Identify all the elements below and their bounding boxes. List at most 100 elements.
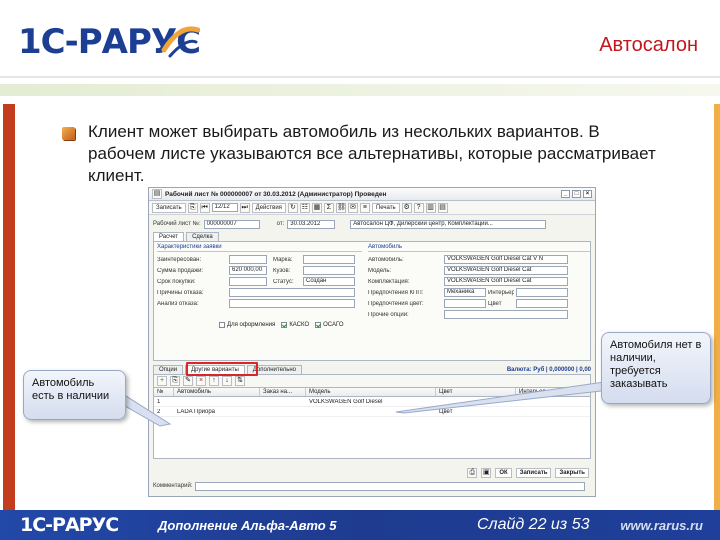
gearbox-pref-label: Предпочтения КПП: <box>368 289 424 296</box>
col-number[interactable]: № <box>154 388 174 396</box>
grid-header: № Автомобиль Заказ на... Модель Цвет Инт… <box>153 387 591 397</box>
gearbox-pref-field[interactable]: Механика <box>444 288 486 297</box>
col-car[interactable]: Автомобиль <box>174 388 260 396</box>
sale-sum-field[interactable]: 620 000,00 <box>229 266 267 275</box>
decorative-band <box>0 84 720 96</box>
save-button[interactable]: Записать <box>152 202 186 213</box>
structure-icon[interactable]: ☷ <box>299 202 310 213</box>
color-label: Цвет <box>488 300 502 307</box>
tab-raschet[interactable]: Расчет <box>153 232 185 241</box>
color-pref-label: Предпочтения цвет: <box>368 300 424 307</box>
checkbox-osago[interactable] <box>315 321 322 328</box>
purchase-term-field[interactable] <box>229 277 267 286</box>
print-button[interactable]: Печать <box>371 202 400 213</box>
sort-icon[interactable]: ⇅ <box>235 376 245 386</box>
move-down-icon[interactable]: ↓ <box>222 376 232 386</box>
bullet-icon <box>62 127 75 140</box>
tab-sdelka[interactable]: Сделка <box>186 232 219 241</box>
doc-number-label: Рабочий лист №: <box>153 221 201 227</box>
checkbox-registration-label: Для оформления <box>227 321 276 328</box>
delete-row-icon[interactable]: × <box>196 376 206 386</box>
copy-row-icon[interactable]: ⎘ <box>170 376 180 386</box>
doc-date-field[interactable]: 30.03.2012 <box>287 219 336 229</box>
other-options-field[interactable] <box>444 310 568 319</box>
checkbox-kasko-label: КАСКО <box>289 321 310 328</box>
col-order[interactable]: Заказ на... <box>260 388 306 396</box>
dialog-buttons: ⎙ ▣ ОК Записать Закрыть <box>149 467 595 479</box>
chart-icon[interactable]: ▥ <box>425 202 436 213</box>
interior-field[interactable] <box>516 288 568 297</box>
window-titlebar: ▤ Рабочий лист № 000000007 от 30.03.2012… <box>149 188 595 201</box>
record-navigator[interactable]: 12/12 <box>211 203 238 212</box>
window-title: Рабочий лист № 000000007 от 30.03.2012 (… <box>165 190 387 198</box>
body-label: Кузов: <box>273 267 291 274</box>
left-accent-bar <box>3 104 15 510</box>
status-label: Статус: <box>273 278 294 285</box>
callout-available: Автомобиль есть в наличии <box>23 370 126 420</box>
table-icon[interactable]: ▤ <box>437 202 448 213</box>
cell-number: 2 <box>157 408 161 415</box>
car-row-5: Предпочтения цвет: Цвет <box>368 298 590 309</box>
actions-menu[interactable]: Действия <box>251 202 286 213</box>
col-interior[interactable]: Интерьер <box>516 388 586 396</box>
color-pref-field[interactable] <box>444 299 486 308</box>
print-icon[interactable]: ⎙ <box>467 468 478 478</box>
tab-options[interactable]: Опции <box>153 365 184 374</box>
table-row[interactable]: 1 VOLKSWAGEN Golf Diesel <box>154 397 590 407</box>
table-row[interactable]: 2 LADA Приора Цвет <box>154 407 590 417</box>
minimize-button[interactable]: _ <box>561 190 570 198</box>
close-window-button[interactable]: × <box>583 190 592 198</box>
save-icon[interactable]: ▣ <box>481 468 492 478</box>
ok-button[interactable]: ОК <box>495 468 512 478</box>
cell-color: Цвет <box>439 408 453 415</box>
footer-url[interactable]: www.rarus.ru <box>620 518 703 533</box>
settings-icon[interactable]: ⚙ <box>401 202 412 213</box>
refresh-icon[interactable]: ↻ <box>287 202 298 213</box>
close-button[interactable]: Закрыть <box>555 468 589 478</box>
interested-field[interactable] <box>229 255 267 264</box>
col-color[interactable]: Цвет <box>436 388 516 396</box>
comment-label: Комментарий: <box>153 483 193 489</box>
color-field[interactable] <box>516 299 568 308</box>
attach-icon[interactable]: ✉ <box>347 202 358 213</box>
list-icon[interactable]: ≡ <box>359 202 370 213</box>
document-icon: ▤ <box>152 189 162 199</box>
edit-row-icon[interactable]: ✎ <box>183 376 193 386</box>
slide-footer: 1С-РАРУС Дополнение Альфа-Авто 5 Слайд 2… <box>0 510 720 540</box>
first-record-icon[interactable]: ⏮ <box>199 202 210 213</box>
maximize-button[interactable]: □ <box>572 190 581 198</box>
refusal-reason-field[interactable] <box>229 288 355 297</box>
logo-swoosh-icon <box>161 26 200 58</box>
brand-field[interactable] <box>303 255 355 264</box>
bottom-tabs: Опции Другие варианты Дополнительно Валю… <box>149 361 595 376</box>
model-field[interactable]: VOLKSWAGEN Golf Diesel Cat <box>444 266 568 275</box>
refusal-analysis-field[interactable] <box>229 299 355 308</box>
col-model[interactable]: Модель <box>306 388 436 396</box>
add-row-icon[interactable]: + <box>157 376 167 386</box>
interior-label: Интерьер <box>488 289 514 296</box>
doc-number-field[interactable]: 000000007 <box>203 219 260 229</box>
write-button[interactable]: Записать <box>515 468 552 478</box>
configuration-field[interactable]: VOLKSWAGEN Golf Diesel Cat <box>444 277 568 286</box>
link-icon[interactable]: ⛓ <box>335 202 346 213</box>
help-icon[interactable]: ? <box>413 202 424 213</box>
checkbox-registration[interactable] <box>219 321 225 328</box>
last-record-icon[interactable]: ⏭ <box>239 202 250 213</box>
slide-counter: Слайд 22 из 53 <box>477 516 590 533</box>
car-field[interactable]: VOLKSWAGEN Golf Diesel Cat V N <box>444 255 568 264</box>
checkbox-kasko[interactable] <box>281 321 288 328</box>
body-field[interactable] <box>303 266 355 275</box>
worksheet-window: ▤ Рабочий лист № 000000007 от 30.03.2012… <box>148 187 596 497</box>
cell-number: 1 <box>157 398 161 405</box>
calc-icon[interactable]: Σ <box>323 202 334 213</box>
report-icon[interactable]: ▦ <box>311 202 322 213</box>
car-column: Автомобиль Автомобиль: VOLKSWAGEN Golf D… <box>368 244 590 320</box>
slide-title: Автосалон <box>599 34 698 56</box>
doc-base-field[interactable]: Автосалон ЦФ, Дилерский центр, Комплекта… <box>350 219 547 229</box>
comment-field[interactable] <box>195 481 586 491</box>
copy-icon[interactable]: ⎘ <box>187 202 198 213</box>
footer-logo: 1С-РАРУС <box>20 514 119 536</box>
status-field[interactable]: Создан <box>303 277 355 286</box>
move-up-icon[interactable]: ↑ <box>209 376 219 386</box>
purchase-term-label: Срок покупки: <box>157 278 196 285</box>
